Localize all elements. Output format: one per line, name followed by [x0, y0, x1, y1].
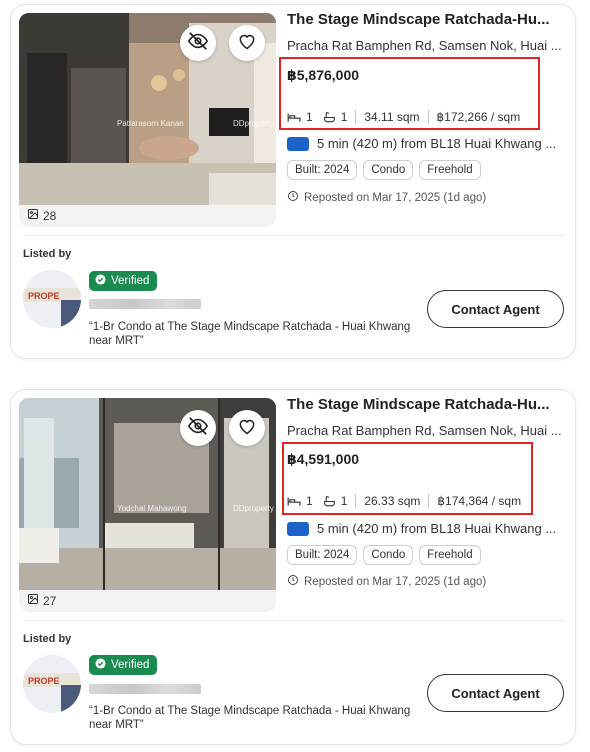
transit-info: 5 min (420 m) from BL18 Huai Khwang ... — [287, 136, 556, 151]
listing-title[interactable]: The Stage Mindscape Ratchada-Hu... — [287, 11, 567, 28]
contact-agent-button[interactable]: Contact Agent — [427, 674, 564, 712]
listing-specs: 1 1 34.11 sqm ฿172,266 / sqm — [287, 109, 520, 125]
baths-value: 1 — [340, 494, 348, 508]
listing-price: ฿4,591,000 — [287, 451, 360, 467]
check-badge-icon — [95, 658, 106, 672]
agent-name-redacted — [89, 299, 201, 309]
listing-title[interactable]: The Stage Mindscape Ratchada-Hu... — [287, 396, 567, 413]
check-badge-icon — [95, 274, 106, 288]
reposted-info: Reposted on Mar 17, 2025 (1d ago) — [287, 190, 486, 205]
verified-badge: Verified — [89, 655, 158, 675]
tag-built: Built: 2024 — [287, 160, 358, 180]
listing-address: Pracha Rat Bamphen Rd, Samsen Nok, Huai … — [287, 38, 562, 53]
reposted-info: Reposted on Mar 17, 2025 (1d ago) — [287, 574, 486, 589]
clock-icon — [287, 190, 299, 205]
divider — [23, 620, 565, 621]
price-per-sqm: ฿174,364 / sqm — [437, 494, 522, 508]
contact-agent-button[interactable]: Contact Agent — [427, 290, 564, 328]
agent-name-redacted — [89, 684, 201, 694]
photo-count: 28 — [27, 208, 56, 223]
listing-tags: Built: 2024 Condo Freehold — [287, 545, 481, 565]
listing-price: ฿5,876,000 — [287, 67, 360, 83]
price-per-sqm: ฿172,266 / sqm — [436, 110, 521, 124]
listing-card[interactable]: Pattarasorn Kanan DDproperty 28 The Stag… — [10, 4, 576, 359]
tag-tenure: Freehold — [419, 545, 481, 565]
tag-type: Condo — [363, 545, 414, 565]
verified-badge: Verified — [89, 271, 158, 291]
bed-icon — [287, 495, 301, 507]
svg-text:PROPE: PROPE — [28, 676, 60, 686]
beds-value: 1 — [306, 494, 313, 508]
tag-tenure: Freehold — [419, 160, 481, 180]
area-value: 34.11 sqm — [364, 110, 420, 124]
gallery-icon — [27, 208, 39, 223]
svg-text:PROPE: PROPE — [28, 291, 60, 301]
photo-count: 27 — [27, 593, 56, 608]
bath-icon — [323, 111, 336, 124]
tag-built: Built: 2024 — [287, 545, 358, 565]
tag-type: Condo — [363, 160, 414, 180]
gallery-icon — [27, 593, 39, 608]
bath-icon — [323, 495, 336, 508]
favorite-button[interactable] — [229, 410, 265, 446]
photo-watermark: Yodchai Mahawong — [117, 504, 187, 513]
reposted-text: Reposted on Mar 17, 2025 (1d ago) — [304, 191, 487, 204]
baths-value: 1 — [340, 110, 348, 124]
photo-watermark-brand: DDproperty — [233, 504, 274, 513]
transit-line-badge — [287, 136, 309, 151]
photo-count-value: 27 — [43, 593, 57, 608]
listed-by-label: Listed by — [23, 248, 72, 260]
listing-photo[interactable]: Yodchai Mahawong DDproperty 27 — [19, 398, 276, 612]
reposted-text: Reposted on Mar 17, 2025 (1d ago) — [304, 575, 487, 588]
listed-by-label: Listed by — [23, 633, 72, 645]
photo-count-value: 28 — [43, 208, 57, 223]
photo-watermark: Pattarasorn Kanan — [117, 119, 184, 128]
hide-listing-button[interactable] — [180, 25, 216, 61]
transit-info: 5 min (420 m) from BL18 Huai Khwang ... — [287, 521, 556, 536]
transit-text: 5 min (420 m) from BL18 Huai Khwang ... — [317, 521, 557, 536]
favorite-button[interactable] — [229, 25, 265, 61]
hide-eye-icon — [187, 30, 209, 57]
bed-icon — [287, 111, 301, 123]
listing-description: “1-Br Condo at The Stage Mindscape Ratch… — [89, 705, 411, 731]
photo-watermark-brand: DDproperty — [233, 119, 274, 128]
listing-specs: 1 1 26.33 sqm ฿174,364 / sqm — [287, 493, 521, 509]
hide-listing-button[interactable] — [180, 410, 216, 446]
area-value: 26.33 sqm — [364, 494, 421, 508]
verified-text: Verified — [111, 659, 150, 671]
transit-line-badge — [287, 521, 309, 536]
listing-tags: Built: 2024 Condo Freehold — [287, 160, 481, 180]
avatar[interactable]: PROPE — [23, 655, 81, 713]
avatar[interactable]: PROPE — [23, 270, 81, 328]
divider — [23, 235, 565, 236]
clock-icon — [287, 574, 299, 589]
listing-address: Pracha Rat Bamphen Rd, Samsen Nok, Huai … — [287, 423, 562, 438]
listing-card[interactable]: Yodchai Mahawong DDproperty 27 The Stage… — [10, 389, 576, 745]
transit-text: 5 min (420 m) from BL18 Huai Khwang ... — [317, 136, 557, 151]
beds-value: 1 — [306, 110, 313, 124]
hide-eye-icon — [187, 415, 209, 442]
verified-text: Verified — [111, 275, 150, 287]
heart-icon — [237, 416, 257, 441]
heart-icon — [237, 31, 257, 56]
listing-description: “1-Br Condo at The Stage Mindscape Ratch… — [89, 321, 411, 347]
listing-photo[interactable]: Pattarasorn Kanan DDproperty 28 — [19, 13, 276, 227]
